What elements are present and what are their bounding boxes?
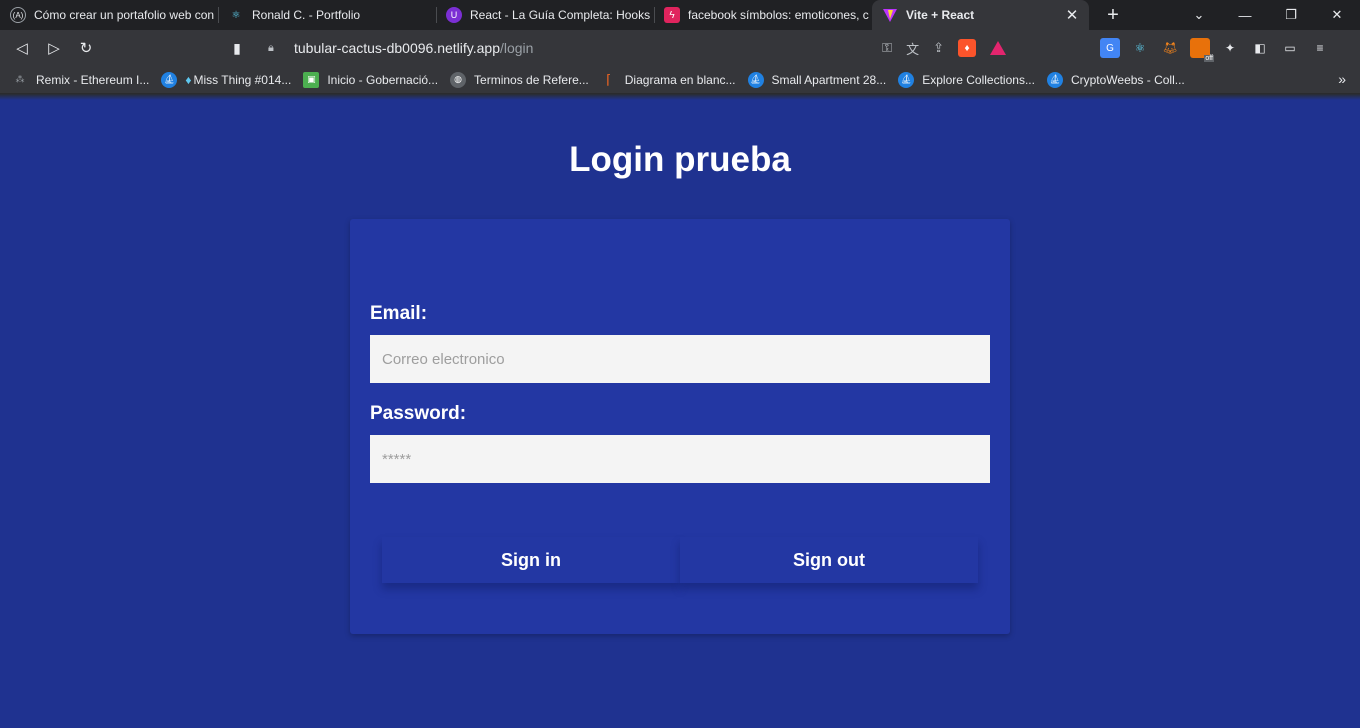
tab-title: Ronald C. - Portfolio [252,8,361,22]
tab-astro-portfolio[interactable]: (A) Cómo crear un portafolio web con [0,0,218,30]
bookmark-label: Explore Collections... [922,72,1035,87]
tab-title: Cómo crear un portafolio web con [34,8,215,22]
bookmark-icon[interactable]: ▮ [222,33,252,63]
email-label: Email: [370,303,428,324]
brave-rewards-icon[interactable] [990,41,1006,55]
more-bookmarks-icon[interactable]: » [1338,71,1346,87]
bookmark-label: Inicio - Gobernació... [327,72,439,87]
browser-toolbar: ◁ ▷ ↻ 🔒︎ tubular-cactus-db0096.netlify.a… [0,30,1360,66]
vite-icon [882,7,898,23]
login-card: Email: Password: Sign in Sign out [350,219,1010,634]
opensea-icon: ⛵︎ [161,71,178,88]
back-icon[interactable]: ◁ [6,32,38,64]
minimize-icon[interactable]: — [1222,0,1268,30]
tab-title: facebook símbolos: emoticones, c [688,8,869,22]
tab-title: React - La Guía Completa: Hooks C [470,8,654,22]
tab-facebook-symbols[interactable]: ϟ facebook símbolos: emoticones, c [654,0,872,30]
sign-in-button[interactable]: Sign in [382,537,680,583]
chrome-shadow [0,94,1360,100]
extension-off-icon[interactable]: off [1190,38,1214,62]
address-bar[interactable]: 🔒︎ tubular-cactus-db0096.netlify.app/log… [256,33,1016,63]
bookmark-label: Small Apartment 28... [771,72,887,87]
new-tab-button[interactable]: + [1099,0,1127,30]
bookmark-item[interactable]: ⛵︎ ♦ Miss Thing #014... [161,71,292,88]
bookmark-item[interactable]: ⁂ Remix - Ethereum I... [12,72,150,88]
globe-icon: ◍ [450,71,467,88]
opensea-icon: ⛵︎ [747,71,764,88]
bookmark-item[interactable]: ◍ Terminos de Refere... [450,71,589,88]
translate-icon[interactable]: 文 [906,39,919,58]
diagram-icon: ⌈ [606,71,612,87]
sidebar-icon[interactable]: ◧ [1250,38,1270,58]
bookmark-label: Remix - Ethereum I... [36,72,150,87]
bookmarks-bar: ⁂ Remix - Ethereum I... ⛵︎ ♦ Miss Thing … [0,66,1360,94]
bookmark-item[interactable]: ▣ Inicio - Gobernació... [303,71,439,88]
wallet-icon[interactable]: ▭ [1280,38,1300,58]
email-field[interactable] [370,335,990,383]
password-label: Password: [370,403,467,424]
lock-icon: 🔒︎ [268,41,274,54]
page-title: Login prueba [569,140,791,179]
key-icon[interactable]: ⚿ [882,40,892,56]
forward-icon[interactable]: ▷ [38,32,70,64]
gov-icon: ▣ [303,71,320,88]
opensea-icon: ⛵︎ [898,71,915,88]
react-icon: ⚛ [231,9,241,21]
metamask-icon[interactable]: 🦊︎ [1160,38,1180,58]
tab-title: Vite + React [906,8,975,22]
udemy-icon: U [446,7,462,23]
react-devtools-icon[interactable]: ⚛ [1130,38,1150,58]
reload-icon[interactable]: ↻ [70,32,102,64]
bookmark-label: CryptoWeebs - Coll... [1070,72,1185,87]
close-icon[interactable]: ✕ [1061,6,1083,24]
tab-strip: (A) Cómo crear un portafolio web con ⚛ R… [0,0,1360,30]
gem-icon: ♦ [185,72,192,87]
tab-search-icon[interactable]: ⌄ [1176,0,1222,30]
bookmark-item[interactable]: ⛵︎ Explore Collections... [898,71,1035,88]
share-icon[interactable]: ⇪ [933,40,944,56]
menu-icon[interactable]: ≡ [1310,38,1330,58]
brave-shields-icon[interactable]: ♦ [958,39,976,57]
extension-badge: off [1204,55,1214,62]
puzzle-icon[interactable]: ✦ [1220,38,1240,58]
astro-icon: (A) [10,7,26,23]
tab-react-guide[interactable]: U React - La Guía Completa: Hooks C [436,0,654,30]
bookmark-label: Diagrama en blanc... [624,72,736,87]
tab-ronald-portfolio[interactable]: ⚛ Ronald C. - Portfolio [218,0,436,30]
bookmark-label: Miss Thing #014... [193,72,292,87]
bookmark-item[interactable]: ⛵︎ CryptoWeebs - Coll... [1046,71,1185,88]
tab-vite-react[interactable]: Vite + React ✕ [872,0,1089,30]
sign-out-button[interactable]: Sign out [680,537,978,583]
symbols-icon: ϟ [664,7,680,23]
window-close-icon[interactable]: ✕ [1314,0,1360,30]
bookmark-item[interactable]: ⛵︎ Small Apartment 28... [747,71,887,88]
restore-icon[interactable]: ❐ [1268,0,1314,30]
url-text: tubular-cactus-db0096.netlify.app/login [294,40,534,56]
remix-icon: ⁂ [15,74,25,84]
password-field[interactable] [370,435,990,483]
translate-extension-icon[interactable]: G [1100,38,1120,58]
opensea-icon: ⛵︎ [1046,71,1063,88]
bookmark-label: Terminos de Refere... [474,72,589,87]
bookmark-item[interactable]: ⌈ Diagrama en blanc... [601,71,736,88]
